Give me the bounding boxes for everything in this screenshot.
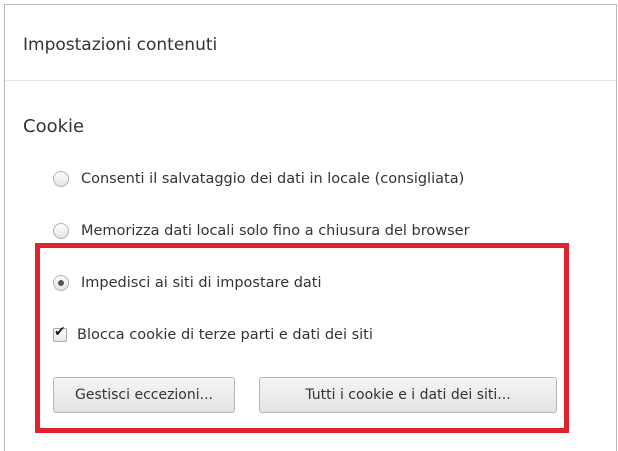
radio-icon[interactable] <box>53 223 69 239</box>
radio-allow-local-data[interactable]: Consenti il salvataggio dei dati in loca… <box>53 171 464 187</box>
dialog-title: Impostazioni contenuti <box>23 35 218 55</box>
content-settings-dialog: Impostazioni contenuti Cookie Consenti i… <box>4 4 617 451</box>
dialog-header: Impostazioni contenuti <box>5 5 616 81</box>
radio-keep-local-until-close[interactable]: Memorizza dati locali solo fino a chiusu… <box>53 223 470 239</box>
cookie-section-title: Cookie <box>23 116 85 137</box>
radio-label-allow-local-data: Consenti il salvataggio dei dati in loca… <box>81 171 465 187</box>
highlight-annotation-box <box>35 243 569 433</box>
radio-label-keep-local-until-close: Memorizza dati locali solo fino a chiusu… <box>81 223 470 239</box>
radio-icon[interactable] <box>53 171 69 187</box>
